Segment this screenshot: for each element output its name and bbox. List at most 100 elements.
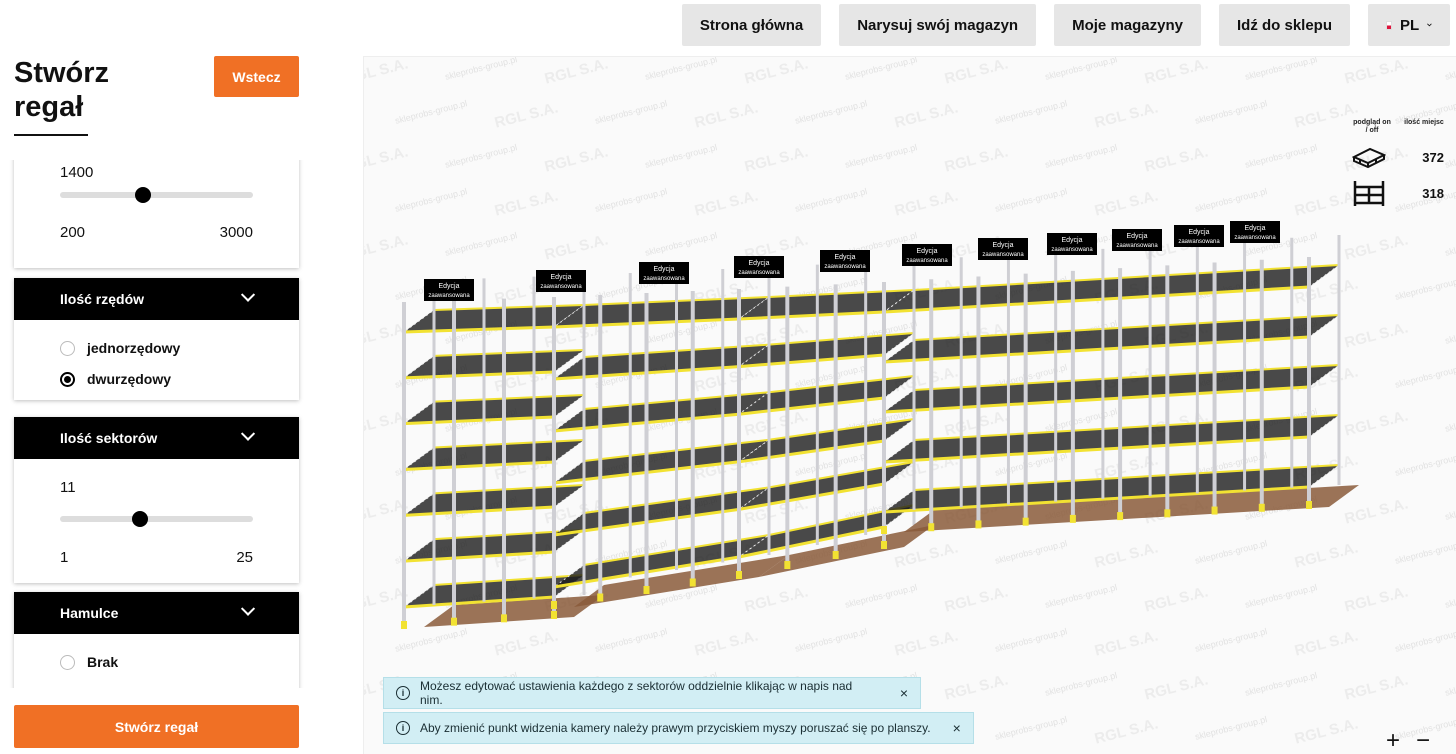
dimension-slider[interactable] (60, 187, 253, 203)
edit-sector-label-line2: zaawansowana (540, 284, 582, 290)
edit-sector-label-line1: Edycja (653, 266, 674, 273)
dimension-slider-thumb[interactable] (134, 187, 151, 203)
options-scroll-area[interactable]: 1400 200 3000 Ilość rzędów jednorzędowy … (0, 160, 320, 688)
info-icon: i (396, 721, 410, 735)
chevron-down-icon (240, 426, 256, 441)
edit-sector-label-line2: zaawansowana (1051, 247, 1093, 253)
edit-sector-label-line2: zaawansowana (906, 258, 948, 264)
upright-foot (643, 586, 650, 594)
upright-foot (1069, 514, 1076, 523)
info-icon: i (396, 686, 410, 700)
dimension-card: 1400 200 3000 (14, 160, 299, 268)
info-toast-sectors: i Możesz edytować ustawienia każdego z s… (383, 677, 921, 709)
upright-foot (1164, 509, 1171, 518)
title-underline (14, 134, 88, 136)
upright-foot (551, 601, 557, 609)
brakes-header[interactable]: Hamulce (14, 592, 299, 634)
pallet-count: 372 (1422, 149, 1444, 165)
sectors-value: 11 (60, 479, 76, 496)
edit-sector-label-line2: zaawansowana (428, 293, 470, 299)
close-icon[interactable]: × (900, 685, 908, 701)
dimension-max: 3000 (219, 224, 253, 241)
language-select[interactable]: PL (1368, 4, 1450, 46)
info-toast-sectors-text: Możesz edytować ustawienia każdego z sek… (419, 679, 853, 707)
radio-brakes-none[interactable] (60, 654, 75, 670)
sectors-slider-thumb[interactable] (132, 511, 149, 527)
chevron-down-icon (240, 287, 256, 302)
upright-foot (975, 520, 982, 529)
rack-icon[interactable] (1352, 179, 1386, 207)
create-rack-button[interactable]: Stwórz regał (14, 705, 299, 748)
rows-option-double-label: dwurzędowy (87, 371, 172, 387)
poland-flag-icon (1386, 20, 1393, 30)
sectors-max: 25 (236, 549, 253, 566)
upright-foot (736, 571, 742, 579)
zoom-out-button[interactable]: − (1416, 727, 1430, 754)
sectors-slider[interactable] (60, 511, 253, 527)
language-label: PL (1400, 16, 1420, 34)
edit-sector-label-line2: zaawansowana (1234, 235, 1276, 241)
back-button[interactable]: Wstecz (214, 56, 299, 97)
upright-foot (501, 614, 507, 623)
rack-3d-scene[interactable]: Edycja zaawansowana Edycja zaawansowana Edyc… (364, 57, 1456, 754)
rows-option-single[interactable]: jednorzędowy (60, 340, 180, 356)
3d-viewport[interactable]: RGL S.A. skleprobs-group.pl RGL S.A. sklepr… (363, 56, 1456, 754)
page-title: Stwórz regał (14, 56, 164, 124)
edit-sector-label-line2: zaawansowana (738, 270, 780, 276)
edit-sector-label-line1: Edycja (916, 248, 937, 255)
places-count-label: ilość miejsc (1404, 119, 1444, 126)
upright-foot (451, 617, 457, 626)
upright-foot (1022, 517, 1029, 526)
preview-toggle-label: podgląd on / off (1353, 119, 1391, 134)
upright-foot (881, 526, 887, 534)
chevron-down-icon (1427, 23, 1432, 27)
brakes-card: Hamulce Brak (14, 592, 299, 688)
top-nav: Strona główna Narysuj swój magazyn Moje … (681, 4, 1450, 46)
rows-option-double[interactable]: dwurzędowy (60, 371, 171, 387)
upright-foot (1306, 501, 1312, 509)
close-icon[interactable]: × (953, 720, 961, 736)
edit-sector-label-line2: zaawansowana (982, 252, 1024, 258)
rows-header[interactable]: Ilość rzędów (14, 278, 299, 320)
nav-draw-warehouse-button[interactable]: Narysuj swój magazyn (839, 4, 1037, 46)
upright-foot (1211, 506, 1218, 515)
edit-sector-label-line2: zaawansowana (824, 264, 866, 270)
upright-foot (928, 523, 935, 532)
rack-count: 318 (1422, 185, 1444, 201)
upright-foot (881, 541, 887, 549)
radio-single[interactable] (60, 340, 75, 356)
edit-sector-label-line2: zaawansowana (1178, 239, 1220, 245)
config-panel: Stwórz regał Wstecz 1400 200 3000 Ilość … (0, 0, 320, 754)
pallet-icon[interactable] (1352, 145, 1386, 169)
edit-sector-label-line1: Edycja (550, 274, 571, 281)
upright-foot (689, 578, 696, 587)
shelf-deck (739, 462, 914, 510)
edit-sector-label-line1: Edycja (1244, 225, 1265, 232)
nav-shop-button[interactable]: Idź do sklepu (1218, 4, 1350, 46)
edit-sector-label-line2: zaawansowana (643, 276, 685, 282)
radio-double[interactable] (60, 371, 75, 387)
edit-sector-label-line1: Edycja (1061, 237, 1082, 244)
shelf-deck (554, 392, 769, 431)
stat-pallets: 372 (1352, 145, 1444, 169)
stats-panel: podgląd on / off ilość miejsc 372 318 (1352, 119, 1444, 207)
sectors-card: Ilość sektorów 11 1 25 (14, 417, 299, 583)
edit-sector-label-line1: Edycja (992, 242, 1013, 249)
zoom-in-button[interactable]: + (1386, 727, 1400, 754)
sectors-header[interactable]: Ilość sektorów (14, 417, 299, 459)
shelf-deck (554, 344, 769, 379)
nav-home-button[interactable]: Strona główna (681, 4, 822, 46)
sectors-min: 1 (60, 549, 69, 566)
edit-sector-label-line1: Edycja (1188, 229, 1209, 236)
rows-card: Ilość rzędów jednorzędowy dwurzędowy (14, 278, 299, 400)
upright-foot (597, 593, 604, 602)
dimension-value: 1400 (60, 164, 94, 181)
nav-my-warehouses-button[interactable]: Moje magazyny (1054, 4, 1201, 46)
stats-header: podgląd on / off ilość miejsc (1352, 119, 1444, 135)
zoom-controls: + − (1386, 727, 1430, 754)
edit-sector-label-line2: zaawansowana (1116, 243, 1158, 249)
info-toast-camera: i Aby zmienić punkt widzenia kamery nale… (383, 712, 974, 744)
upright-foot (551, 611, 557, 619)
brakes-option-none-label: Brak (87, 654, 119, 670)
brakes-option-none[interactable]: Brak (60, 654, 118, 670)
